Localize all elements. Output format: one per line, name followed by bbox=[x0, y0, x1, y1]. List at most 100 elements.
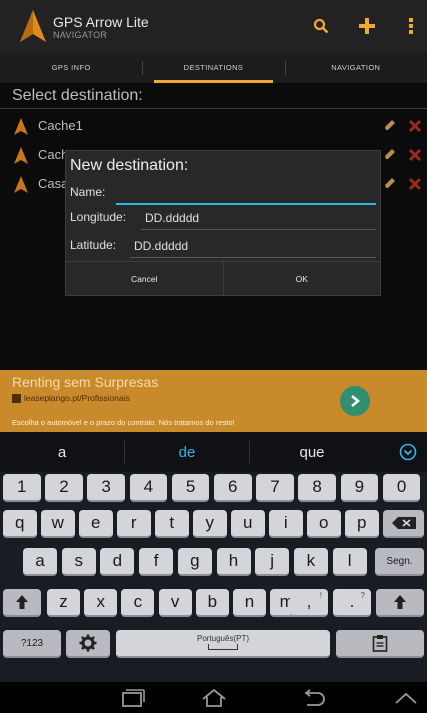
tab-bar: GPS INFO DESTINATIONS NAVIGATION bbox=[0, 52, 427, 83]
letter-key[interactable]: s bbox=[61, 548, 96, 576]
number-key[interactable]: 7 bbox=[256, 474, 294, 502]
name-input-underline bbox=[116, 203, 376, 205]
longitude-input[interactable] bbox=[141, 208, 376, 228]
letter-key[interactable]: n bbox=[233, 589, 266, 617]
letter-key[interactable]: r bbox=[117, 510, 151, 538]
number-key[interactable]: 9 bbox=[340, 474, 379, 502]
ad-open-button[interactable] bbox=[340, 386, 370, 416]
number-key[interactable]: 8 bbox=[298, 474, 336, 502]
suggestion-right[interactable]: que bbox=[250, 444, 374, 461]
period-key-label: . bbox=[349, 592, 355, 611]
recent-apps-button[interactable] bbox=[117, 686, 147, 710]
ad-link[interactable]: leaseplango.pt/Profissionais bbox=[12, 393, 130, 403]
edit-icon[interactable] bbox=[383, 176, 397, 190]
letter-key[interactable]: k bbox=[293, 548, 328, 576]
comma-key[interactable]: , ! bbox=[290, 589, 328, 617]
symbols-key[interactable]: ?123 bbox=[3, 630, 61, 658]
number-key[interactable]: 1 bbox=[3, 474, 41, 502]
number-key[interactable]: 3 bbox=[87, 474, 125, 502]
overflow-menu-button[interactable] bbox=[401, 12, 421, 40]
next-key[interactable]: Segn. bbox=[375, 548, 424, 576]
action-bar: GPS Arrow Lite NAVIGATOR bbox=[0, 0, 427, 52]
space-bar-icon bbox=[208, 644, 238, 650]
suggestion-center[interactable]: de bbox=[125, 444, 249, 461]
shift-key-right[interactable] bbox=[376, 589, 424, 617]
edit-icon[interactable] bbox=[383, 147, 397, 161]
letter-key[interactable]: d bbox=[100, 548, 135, 576]
dialog-title: New destination: bbox=[70, 157, 189, 174]
letter-key[interactable]: u bbox=[231, 510, 265, 538]
letter-key[interactable]: b bbox=[195, 589, 229, 617]
back-button[interactable] bbox=[299, 686, 329, 710]
hide-keyboard-button[interactable] bbox=[391, 686, 421, 710]
expand-suggestions-icon[interactable] bbox=[399, 443, 417, 461]
ad-title: Renting sem Surpresas bbox=[12, 374, 159, 390]
dialog-button-bar: Cancel OK bbox=[66, 261, 380, 295]
search-button[interactable] bbox=[308, 12, 334, 40]
letter-key[interactable]: l bbox=[332, 548, 367, 576]
number-key[interactable]: 2 bbox=[45, 474, 83, 502]
destination-item[interactable]: Cache1 bbox=[0, 111, 427, 141]
delete-icon[interactable] bbox=[407, 147, 423, 163]
name-row: Name: bbox=[70, 181, 378, 205]
period-key-alt: ? bbox=[360, 591, 365, 600]
period-key[interactable]: . ? bbox=[333, 589, 371, 617]
delete-icon[interactable] bbox=[407, 176, 423, 192]
number-key[interactable]: 5 bbox=[171, 474, 210, 502]
letter-key[interactable]: e bbox=[79, 510, 113, 538]
add-destination-button[interactable] bbox=[354, 12, 380, 40]
letter-key[interactable]: f bbox=[139, 548, 174, 576]
number-key[interactable]: 4 bbox=[129, 474, 168, 502]
number-key[interactable]: 0 bbox=[382, 474, 421, 502]
tab-gps-info[interactable]: GPS INFO bbox=[0, 52, 142, 83]
destination-arrow-icon bbox=[14, 118, 28, 135]
letter-key[interactable]: p bbox=[345, 510, 379, 538]
suggestion-left[interactable]: a bbox=[0, 444, 124, 461]
backspace-icon bbox=[391, 517, 416, 529]
number-key[interactable]: 6 bbox=[214, 474, 252, 502]
comma-key-label: , bbox=[306, 592, 312, 611]
shift-icon bbox=[394, 595, 406, 609]
letter-key[interactable]: x bbox=[84, 589, 118, 617]
letter-key[interactable]: z bbox=[47, 589, 80, 617]
tab-destinations[interactable]: DESTINATIONS bbox=[142, 52, 284, 83]
destination-label: Casa bbox=[38, 176, 69, 191]
delete-icon[interactable] bbox=[407, 118, 423, 134]
home-button[interactable] bbox=[199, 686, 229, 710]
letter-key[interactable]: i bbox=[269, 510, 303, 538]
edit-icon[interactable] bbox=[383, 118, 397, 132]
latitude-input[interactable] bbox=[130, 236, 376, 256]
comma-key-alt: ! bbox=[319, 591, 322, 600]
letter-key[interactable]: a bbox=[23, 548, 57, 576]
keyboard-language-label: Português(PT) bbox=[196, 634, 250, 643]
latitude-row: Latitude: bbox=[70, 234, 378, 258]
ad-banner[interactable]: Renting sem Surpresas leaseplango.pt/Pro… bbox=[0, 370, 427, 432]
letter-key[interactable]: g bbox=[177, 548, 212, 576]
longitude-label: Longitude: bbox=[70, 210, 127, 224]
longitude-input-underline bbox=[141, 229, 376, 230]
clipboard-key[interactable] bbox=[336, 630, 424, 658]
chevron-right-icon bbox=[351, 395, 361, 407]
letter-key[interactable]: h bbox=[216, 548, 251, 576]
tab-navigation[interactable]: NAVIGATION bbox=[284, 52, 427, 83]
letter-key[interactable]: t bbox=[155, 510, 189, 538]
destination-arrow-icon bbox=[14, 147, 28, 164]
app-subtitle: NAVIGATOR bbox=[53, 30, 108, 40]
recent-apps-icon bbox=[122, 689, 145, 707]
cancel-button[interactable]: Cancel bbox=[66, 262, 223, 295]
app-title: GPS Arrow Lite bbox=[53, 14, 149, 30]
letter-key[interactable]: q bbox=[3, 510, 37, 538]
shift-key-left[interactable] bbox=[3, 589, 41, 617]
letter-key[interactable]: y bbox=[193, 510, 227, 538]
letter-key[interactable]: w bbox=[41, 510, 75, 538]
space-key[interactable]: Português(PT) bbox=[116, 630, 330, 658]
settings-key[interactable] bbox=[66, 630, 110, 658]
latitude-input-underline bbox=[130, 257, 376, 258]
letter-key[interactable]: j bbox=[255, 548, 290, 576]
name-input[interactable] bbox=[116, 183, 376, 203]
letter-key[interactable]: o bbox=[307, 510, 341, 538]
backspace-key[interactable] bbox=[383, 510, 424, 538]
ok-button[interactable]: OK bbox=[222, 262, 381, 295]
letter-key[interactable]: c bbox=[121, 589, 155, 617]
letter-key[interactable]: v bbox=[158, 589, 192, 617]
